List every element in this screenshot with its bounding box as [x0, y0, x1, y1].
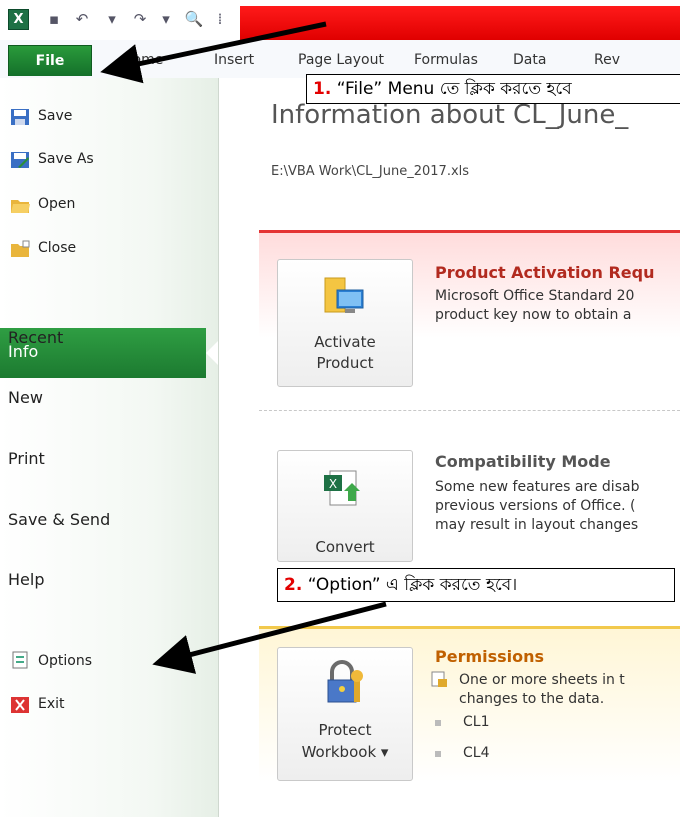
- callout-file: 1. “File” Menu তে ক্লিক করতে হবে: [306, 74, 680, 104]
- annotation-arrows: [100, 21, 387, 674]
- callout-number: 2.: [284, 575, 303, 595]
- arrow-to-options: [152, 601, 387, 674]
- callout-options: 2. “Option” এ ক্লিক করতে হবে।: [277, 568, 675, 602]
- arrow-to-file: [100, 21, 327, 84]
- callout-number: 1.: [313, 79, 332, 99]
- callout-text: “File” Menu তে ক্লিক করতে হবে: [336, 79, 572, 99]
- callout-text: “Option” এ ক্লিক করতে হবে।: [307, 575, 518, 595]
